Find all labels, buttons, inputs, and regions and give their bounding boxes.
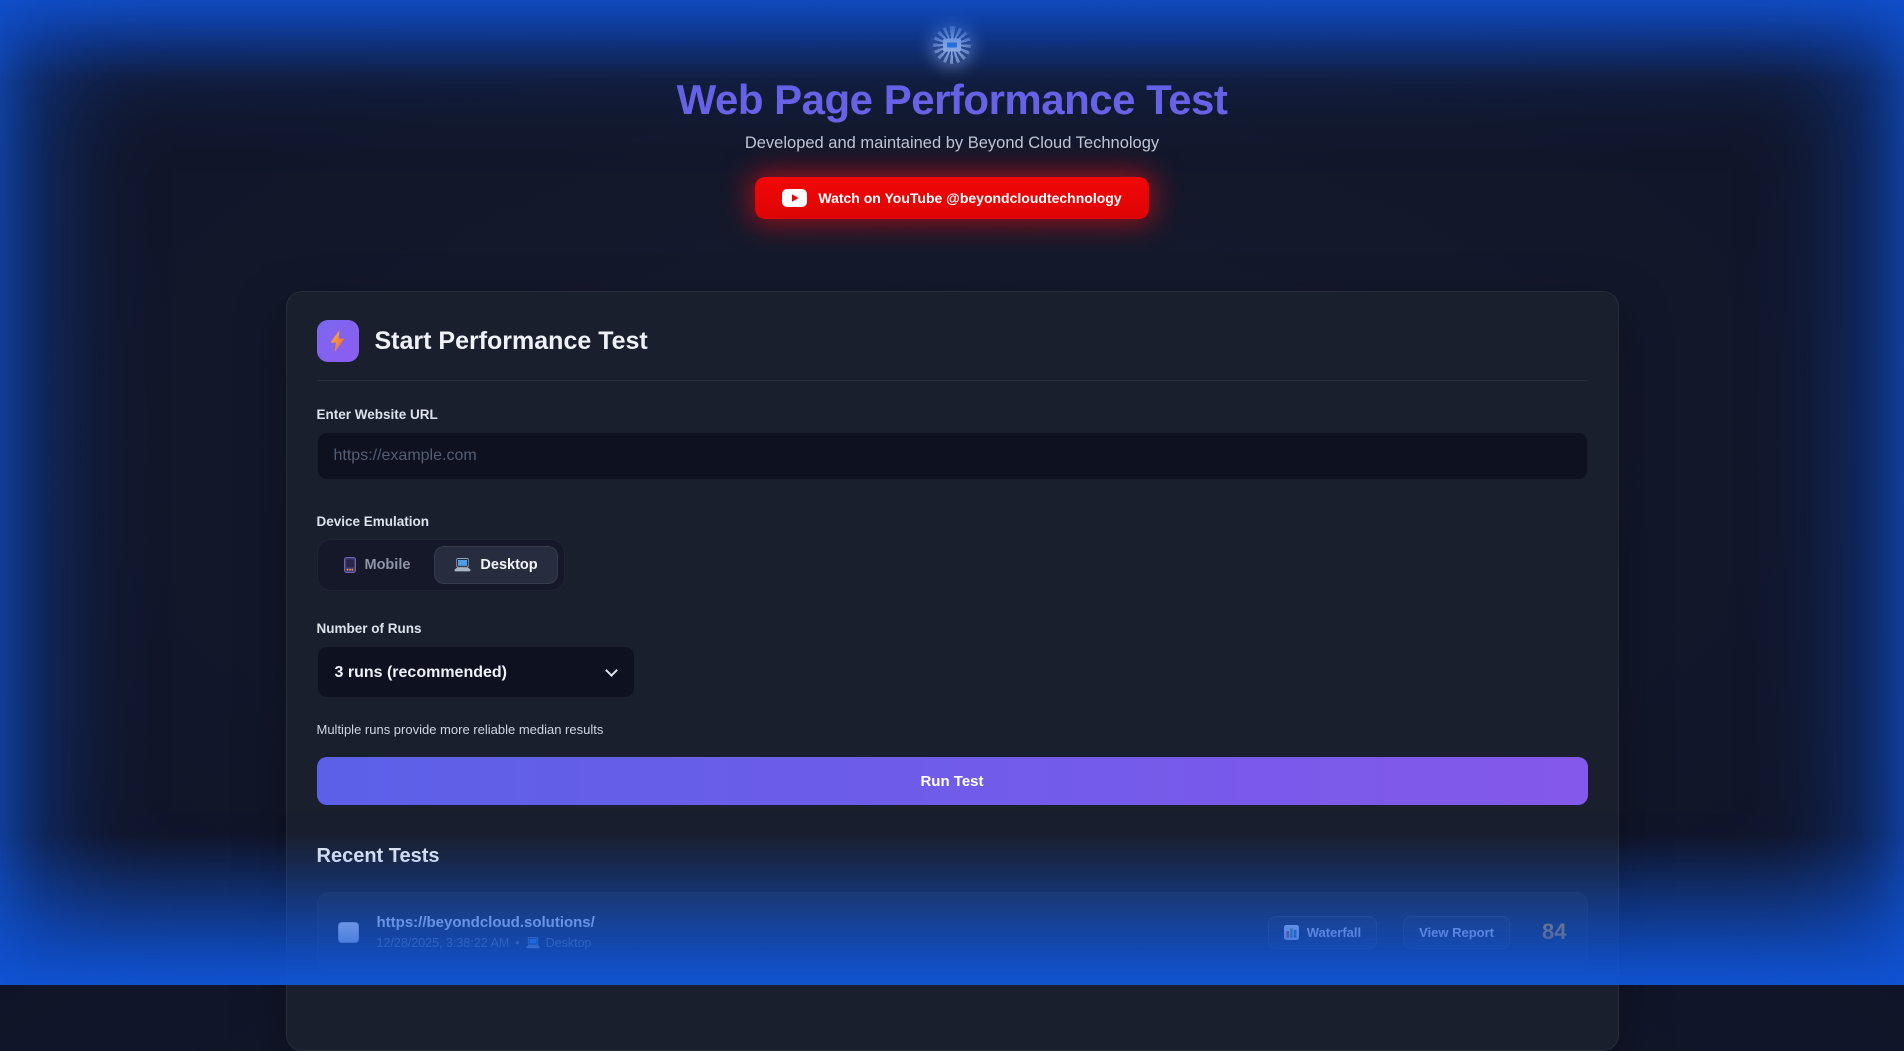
runs-select[interactable]: 3 runs (recommended) (317, 646, 635, 698)
waterfall-button-label: Waterfall (1307, 925, 1361, 940)
test-url: https://beyondcloud.solutions/ (377, 914, 595, 931)
laptop-icon (454, 558, 471, 572)
test-timestamp: 12/28/2025, 3:38:22 AM (377, 936, 510, 950)
view-report-button[interactable]: View Report (1403, 916, 1510, 949)
device-button-mobile[interactable]: Mobile (324, 546, 431, 584)
test-checkbox[interactable] (338, 922, 359, 943)
youtube-button[interactable]: Watch on YouTube @beyondcloudtechnology (755, 177, 1148, 219)
mobile-phone-icon (344, 557, 356, 573)
recent-test-row: https://beyondcloud.solutions/ 12/28/202… (317, 892, 1588, 972)
brand-logo-core (943, 39, 961, 52)
performance-test-card: Start Performance Test Enter Website URL… (286, 291, 1619, 1051)
youtube-button-label: Watch on YouTube @beyondcloudtechnology (818, 190, 1121, 206)
page-subtitle: Developed and maintained by Beyond Cloud… (0, 134, 1904, 153)
lightning-badge (317, 320, 359, 362)
run-test-button[interactable]: Run Test (317, 757, 1588, 805)
page: Web Page Performance Test Developed and … (0, 0, 1904, 1051)
url-label: Enter Website URL (317, 407, 1588, 422)
device-button-desktop[interactable]: Desktop (434, 546, 557, 584)
runs-help-text: Multiple runs provide more reliable medi… (317, 722, 1588, 737)
waterfall-button[interactable]: Waterfall (1268, 916, 1377, 949)
card-divider (317, 380, 1588, 381)
brand-logo-mark (947, 43, 957, 48)
device-toggle-group: Mobile Desktop (317, 539, 565, 591)
youtube-play-icon (782, 189, 807, 207)
performance-score: 84 (1542, 919, 1566, 945)
laptop-icon (526, 937, 540, 949)
runs-select-wrap: 3 runs (recommended) (317, 646, 635, 698)
card-header: Start Performance Test (317, 320, 1588, 362)
url-input[interactable] (317, 432, 1588, 480)
runs-label: Number of Runs (317, 621, 1588, 636)
youtube-button-wrap: Watch on YouTube @beyondcloudtechnology (0, 177, 1904, 219)
card-title: Start Performance Test (375, 327, 648, 356)
test-info: https://beyondcloud.solutions/ 12/28/202… (377, 914, 595, 950)
lightning-icon (329, 330, 346, 352)
page-title: Web Page Performance Test (0, 76, 1904, 124)
meta-separator: • (515, 936, 519, 950)
device-mobile-label: Mobile (365, 557, 411, 573)
test-meta: 12/28/2025, 3:38:22 AM • Desktop (377, 936, 595, 950)
device-desktop-label: Desktop (480, 557, 537, 573)
test-device: Desktop (546, 936, 592, 950)
recent-tests-title: Recent Tests (317, 845, 1588, 868)
brand-logo-icon (933, 26, 971, 64)
view-report-button-label: View Report (1419, 925, 1494, 940)
bar-chart-icon (1284, 925, 1299, 940)
device-emulation-label: Device Emulation (317, 514, 1588, 529)
